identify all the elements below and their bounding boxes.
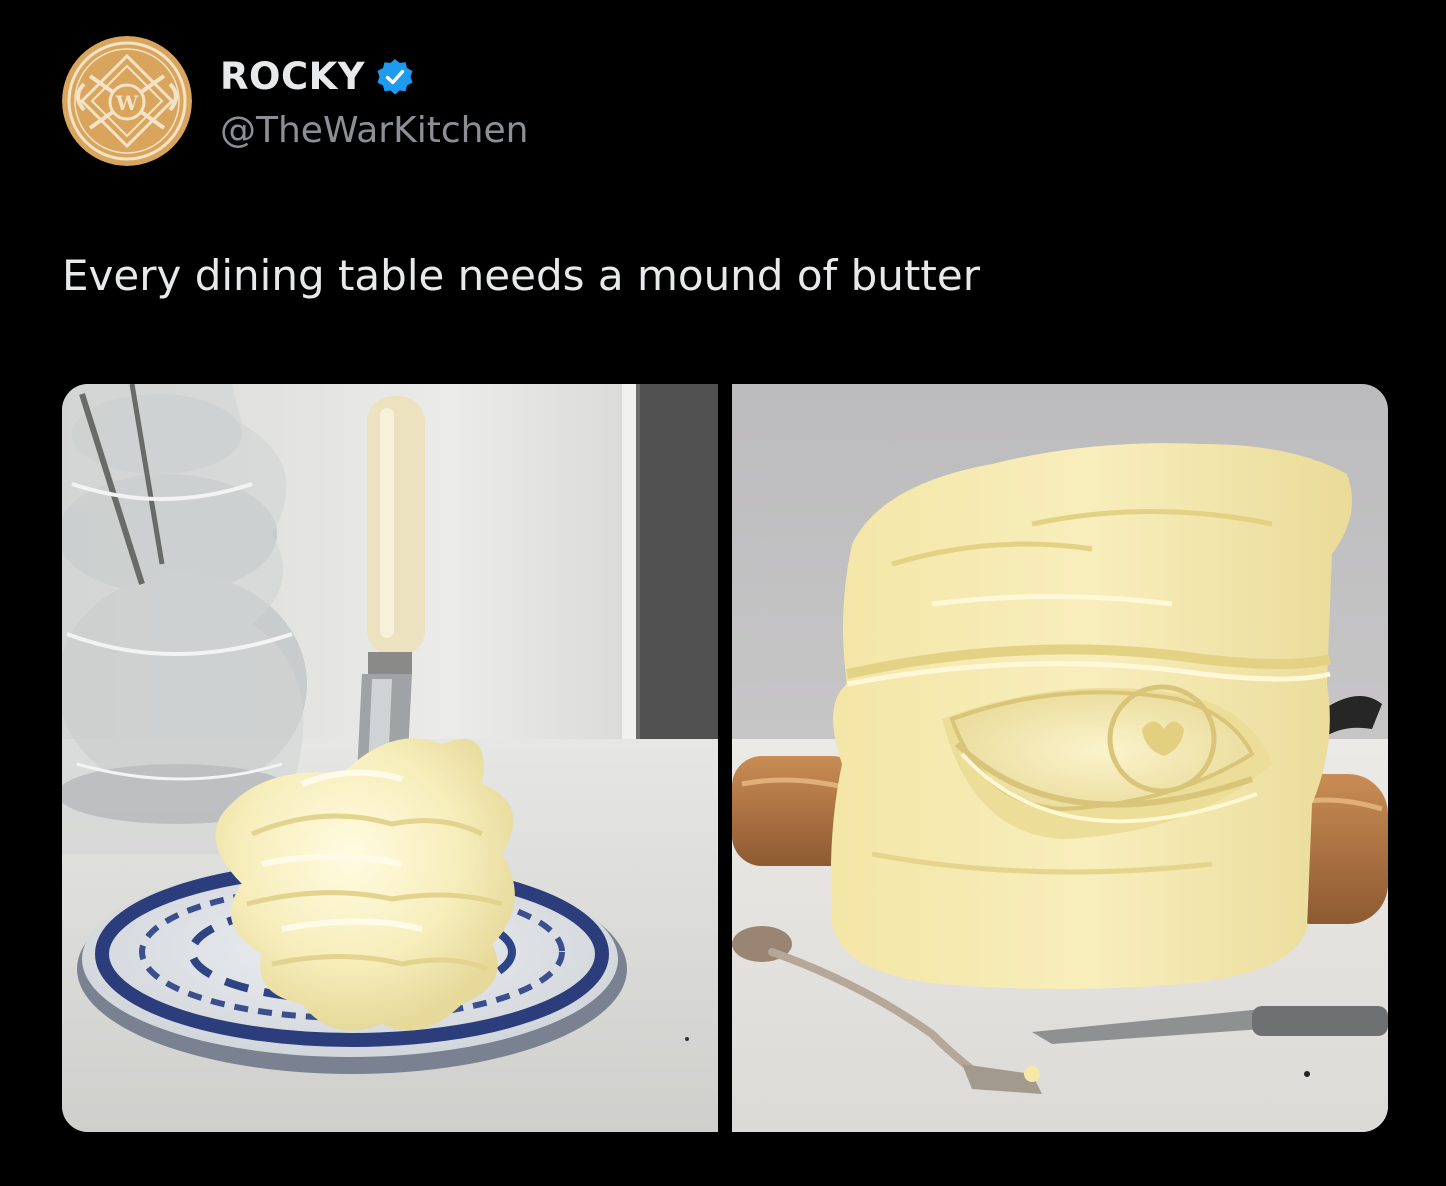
butter-mound-photo[interactable] bbox=[62, 384, 718, 1132]
author-handle[interactable]: @TheWarKitchen bbox=[220, 110, 528, 151]
verified-badge-icon bbox=[375, 57, 415, 97]
butter-eye-sculpture-photo[interactable] bbox=[732, 384, 1388, 1132]
tweet-text: Every dining table needs a mound of butt… bbox=[62, 251, 980, 300]
avatar-letter: W bbox=[115, 91, 139, 115]
media-grid bbox=[62, 384, 1388, 1132]
author-names: ROCKY @TheWarKitchen bbox=[220, 52, 528, 151]
display-name[interactable]: ROCKY bbox=[220, 55, 365, 98]
tweet-header: W ROCKY @TheWarKitchen bbox=[62, 34, 528, 168]
war-kitchen-logo-icon: W bbox=[62, 36, 192, 166]
avatar[interactable]: W bbox=[62, 36, 192, 166]
tweet: W ROCKY @TheWarKitchen Every dining tabl… bbox=[0, 0, 1446, 1186]
name-row: ROCKY bbox=[220, 52, 528, 102]
